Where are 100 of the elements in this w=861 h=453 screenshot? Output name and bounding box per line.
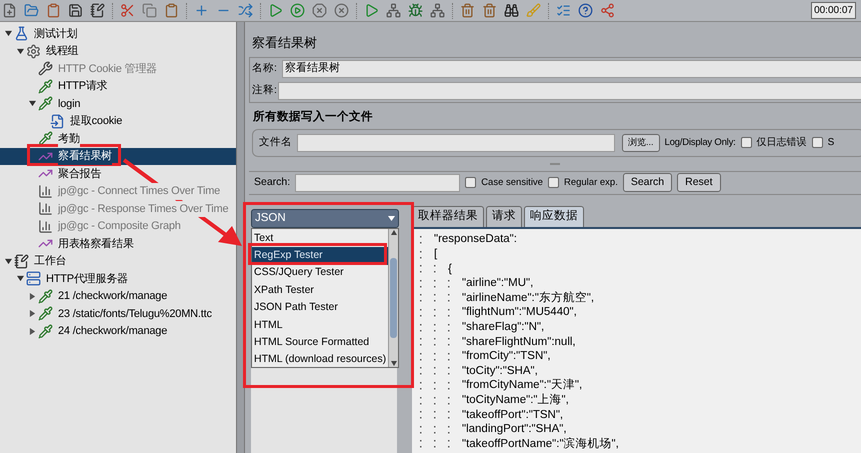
renderer-option[interactable]: Text [252,230,388,248]
reset-button[interactable]: Reset [677,173,721,192]
checkbox-label: Regular exp. [564,176,618,190]
tree-item[interactable]: 聚合报告 [0,165,110,182]
play-icon[interactable] [364,3,379,18]
renderer-option[interactable]: XPath Tester [252,282,388,300]
scissors-icon[interactable] [120,3,135,18]
trash-icon[interactable] [482,3,497,18]
pipette-icon [38,324,53,339]
tree-item[interactable]: 提取cookie [0,112,130,130]
checkbox-label: S [828,136,834,150]
response-line: "toCityName":"上海", [462,392,569,408]
response-line: "takeoffPort":"TSN", [462,408,564,423]
response-line: "toCity":"SHA", [462,364,538,379]
collapse-arrow-icon[interactable] [28,100,36,108]
bug-icon[interactable] [408,3,423,18]
response-line: "fromCity":"TSN", [462,349,551,364]
pipette-icon [38,96,53,112]
play-icon[interactable] [268,3,283,18]
network-icon[interactable] [430,3,445,18]
renderer-option[interactable]: HTML (download resources) [252,351,388,369]
collapse-arrow-icon[interactable] [16,275,24,282]
renderer-option[interactable]: HTML Source Formatted [252,334,388,352]
collapse-arrow-icon[interactable] [4,258,12,265]
tab[interactable]: 取样器结果 [412,206,484,227]
gear-icon [26,44,41,59]
clipboard-icon[interactable] [164,3,179,18]
server-icon [26,271,41,286]
tree-item[interactable]: login [0,95,88,112]
wrench-icon [38,61,53,76]
tree-item[interactable]: 线程组 [0,42,86,60]
plus-icon[interactable] [194,3,209,18]
checkbox-label: 仅日志错误 [756,136,807,150]
comment-field[interactable] [278,82,861,100]
notebook-icon [14,254,29,269]
response-line: "flightNum":"MU5440", [462,305,577,320]
response-line: "responseData": [434,232,517,248]
play-circle-icon[interactable] [290,3,305,18]
response-line: "landingPort":"SHA", [462,422,567,438]
checkbox[interactable] [548,177,559,188]
tree-item[interactable]: 测试计划 [0,25,86,42]
tree-item[interactable]: 考勤 [0,130,88,148]
response-line: "shareFlightNum":null, [462,334,576,350]
search-field[interactable] [295,174,460,192]
tab[interactable]: 响应数据 [524,206,584,227]
trash-icon[interactable] [460,3,475,18]
renderer-option[interactable]: CSS/JQuery Tester [252,264,388,282]
tree-item[interactable]: 察看结果树 [0,148,236,165]
dropdown-arrow-icon [388,216,395,221]
stop-icon[interactable] [312,3,327,18]
checkbox[interactable] [812,137,823,148]
collapse-arrow-icon[interactable] [4,30,12,38]
checkbox[interactable] [465,177,476,188]
browse-button[interactable]: 浏览... [622,134,660,152]
response-line: "shareFlag":"N", [462,320,544,335]
scrollbar[interactable] [388,228,398,367]
expand-arrow-icon[interactable] [28,310,36,318]
pipette-icon [38,131,53,146]
file-name-field[interactable] [297,134,615,152]
field-label: 名称: [251,60,278,76]
collapse-arrow-icon[interactable] [16,48,24,55]
renderer-option[interactable]: HTML [252,316,388,334]
network-icon[interactable] [386,3,401,18]
checkbox[interactable] [740,137,752,148]
expand-arrow-icon[interactable] [28,328,36,335]
clipboard-icon[interactable] [46,3,61,18]
share-icon[interactable] [600,3,615,18]
checkbox-label: Case sensitive [481,176,543,190]
checklist-icon[interactable] [556,3,571,18]
log-display-label: Log/Display Only: [664,136,736,150]
shuffle-icon[interactable] [238,3,253,18]
response-line: [ [434,247,438,262]
close-icon[interactable] [334,3,349,18]
field-label: 文件名 [259,134,292,150]
renderer-option[interactable]: JSON Path Tester [252,299,388,317]
document-arrow-icon [50,114,65,129]
tree-item[interactable]: 工作台 [0,252,74,270]
tab[interactable]: 请求 [486,206,522,227]
copy-icon[interactable] [142,3,157,18]
tree-item[interactable]: HTTP请求 [0,78,116,95]
expand-arrow-icon[interactable] [28,292,36,300]
group-title: 所有数据写入一个文件 [252,109,374,124]
new-file-icon[interactable] [2,3,17,18]
search-button[interactable]: Search [622,173,672,192]
response-line: { [448,262,452,277]
renderer-dropdown[interactable]: JSON [251,208,399,228]
pipette-icon [38,78,53,94]
flask-icon [14,26,29,42]
bar-chart-icon [38,201,53,216]
help-icon[interactable] [578,3,593,18]
folder-icon[interactable] [24,3,39,18]
response-line: "airline":"MU", [462,276,534,292]
notebook-icon[interactable] [90,3,105,18]
timer: 00:00:07 [811,2,856,19]
pipette-icon [38,288,53,304]
save-icon[interactable] [68,3,83,18]
binoculars-icon[interactable] [504,3,519,18]
name-field[interactable]: 察看结果树 [282,60,861,78]
search-label: Search: [254,174,290,190]
scroll-thumb[interactable] [390,258,397,338]
